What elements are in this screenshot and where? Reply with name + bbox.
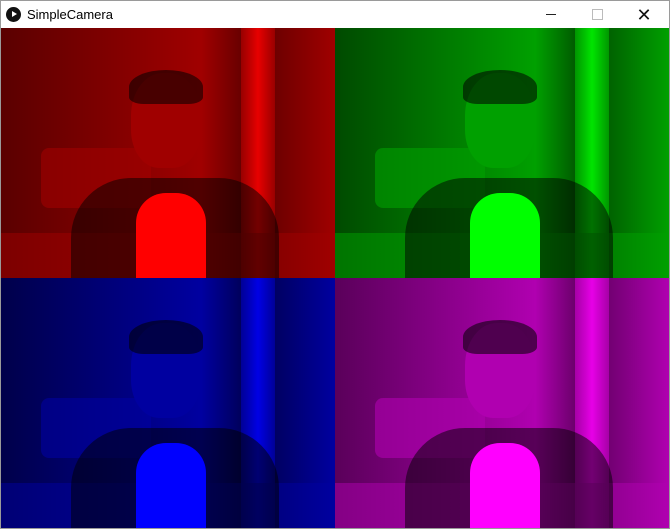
person-hair [129,70,203,104]
close-icon: ✕ [636,4,652,25]
maximize-button[interactable] [574,1,620,28]
maximize-icon [591,9,603,20]
minimize-icon [546,14,556,15]
person-shirt [470,193,540,278]
camera-feed-blue [1,278,335,528]
camera-feed-magenta [335,278,669,528]
camera-feed-green [335,28,669,278]
close-button[interactable]: ✕ [621,1,667,28]
app-icon [6,7,21,22]
person-shirt [136,193,206,278]
person-shirt [470,443,540,528]
camera-feed-red [1,28,335,278]
person-hair [129,320,203,354]
person-shirt [136,443,206,528]
minimize-button[interactable] [528,1,574,28]
window-title: SimpleCamera [27,7,113,22]
person-hair [463,70,537,104]
app-window: SimpleCamera ✕ [0,0,670,529]
person-hair [463,320,537,354]
title-bar[interactable]: SimpleCamera ✕ [1,1,669,28]
camera-grid [1,28,669,528]
